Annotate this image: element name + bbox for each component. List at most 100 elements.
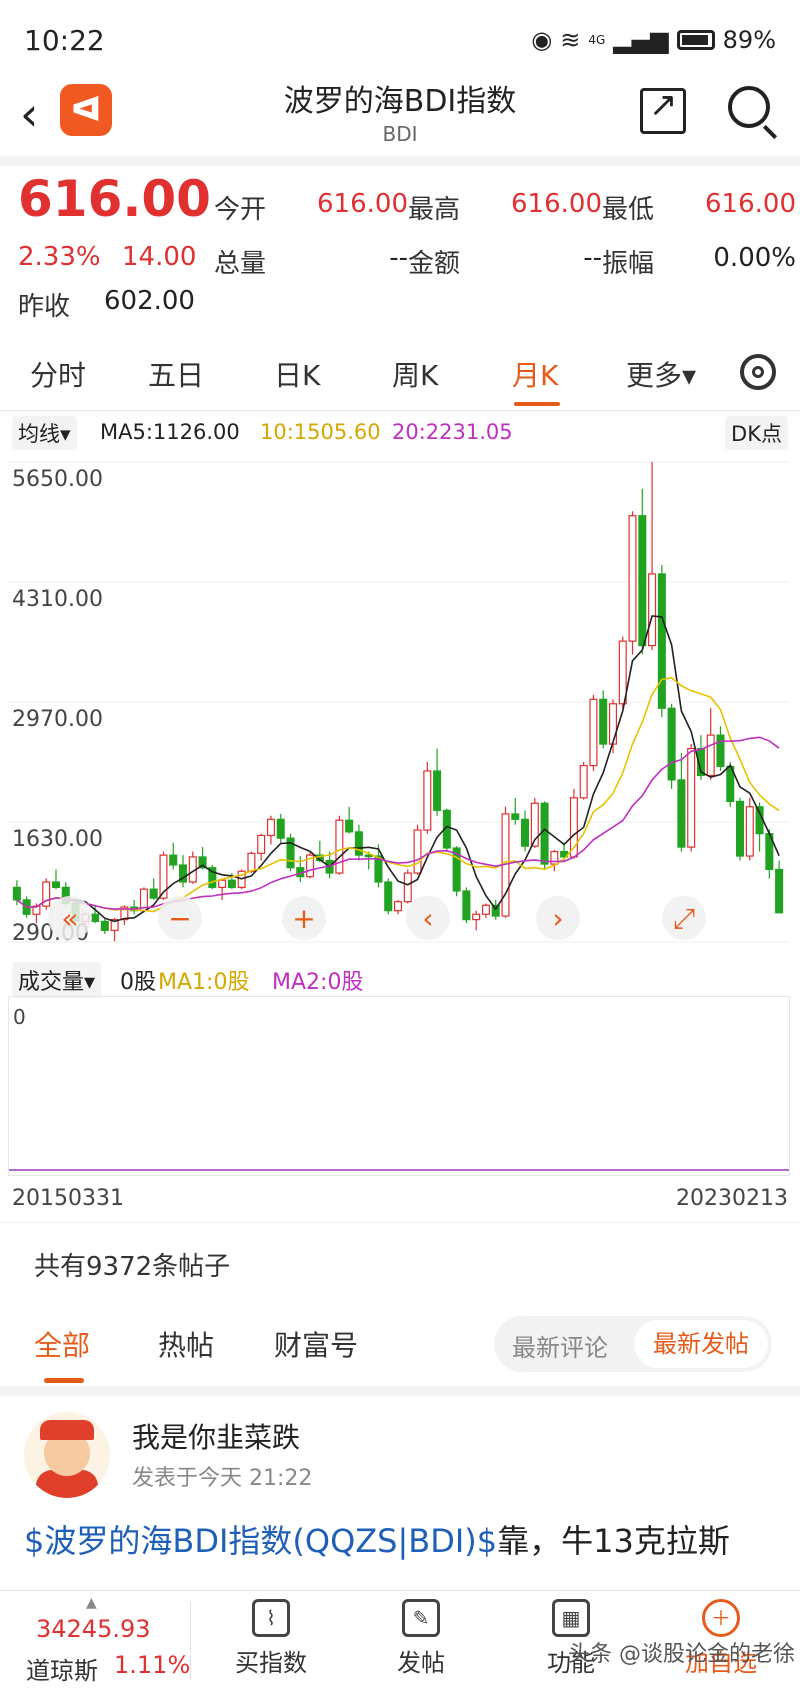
share-icon[interactable] xyxy=(640,85,686,134)
search-icon[interactable] xyxy=(728,86,770,128)
tab-intraday[interactable]: 分时 xyxy=(30,354,86,394)
candle xyxy=(618,640,627,705)
candle xyxy=(335,819,344,874)
post-button[interactable]: ✎ 发帖 xyxy=(346,1591,496,1688)
active-tab-indicator xyxy=(514,402,560,406)
post-tabs: 全部 热帖 财富号 最新评论 最新发帖 xyxy=(0,1310,800,1383)
svg-text:‹: ‹ xyxy=(422,902,433,935)
candle xyxy=(657,573,666,709)
candle xyxy=(413,829,422,874)
candle xyxy=(384,881,393,912)
divider xyxy=(190,1601,191,1679)
zoom-in-icon[interactable]: + xyxy=(282,896,326,940)
quote-value-volume: -- xyxy=(389,242,408,273)
tab-daily-k[interactable]: 日K xyxy=(274,354,320,394)
quote-panel: 616.00 2.33% 14.00 昨收 602.00 今开 616.00 最高… xyxy=(0,170,800,330)
ma-line-ma20 xyxy=(16,736,780,910)
kline-chart[interactable]: 5650.00 4310.00 2970.00 1630.00 290.00 «− + ‹ › ⤢ xyxy=(8,452,790,958)
volume-selector[interactable]: 成交量▾ xyxy=(12,962,102,998)
battery-level: 89% xyxy=(722,26,776,54)
candle xyxy=(149,888,158,899)
quote-grid: 今开 616.00 最高 616.00 最低 616.00 总量 -- 金额 -- 振幅 0… xyxy=(214,180,796,288)
candle xyxy=(638,515,647,647)
volume-legend: 成交量▾ 0股 MA1:0股 MA2:0股 xyxy=(0,958,800,998)
ma10-value: 10:1505.60 xyxy=(260,420,381,444)
quote-label-amount: 金额 xyxy=(408,248,461,279)
sort-latest-comment[interactable]: 最新评论 xyxy=(512,1328,608,1363)
change-amount: 14.00 xyxy=(122,242,197,272)
plus-icon: ＋ xyxy=(702,1599,740,1637)
candle xyxy=(51,881,60,888)
index-ticker[interactable]: ▲ 34245.93 道琼斯 1.11% xyxy=(0,1591,190,1688)
chevron-right-icon[interactable]: › xyxy=(536,896,580,940)
post-body[interactable]: $波罗的海BDI指数(QQZS|BDI)$靠，牛13克拉斯 xyxy=(24,1518,784,1592)
divider xyxy=(0,1386,800,1396)
y-tick-label: 2970.00 xyxy=(12,707,103,732)
tab-five-day[interactable]: 五日 xyxy=(148,354,204,394)
post-item[interactable]: 我是你韭菜跌 发表于今天 21:22 $波罗的海BDI指数(QQZS|BDI)$… xyxy=(0,1396,800,1596)
index-value: 34245.93 xyxy=(36,1615,151,1643)
ma-legend: 均线▾ MA5:1126.00 10:1505.60 20:2231.05 DK… xyxy=(0,414,800,450)
index-change: 1.11% xyxy=(114,1651,191,1679)
candle xyxy=(745,806,754,857)
post-author[interactable]: 我是你韭菜跌 xyxy=(132,1416,300,1456)
y-tick-label: 4310.00 xyxy=(12,587,103,612)
edit-icon: ✎ xyxy=(402,1599,440,1637)
stock-link[interactable]: $波罗的海BDI指数(QQZS|BDI)$ xyxy=(24,1522,497,1560)
svg-text:⤢: ⤢ xyxy=(673,902,695,935)
candle xyxy=(667,707,676,781)
zoom-out-icon[interactable]: − xyxy=(158,896,202,940)
tab-hot-posts[interactable]: 热帖 xyxy=(158,1324,214,1364)
candle xyxy=(433,770,442,811)
status-bar: 10:22 ◉ ≋ 4G ▂▄▆ 89% xyxy=(0,0,800,80)
post-sort-toggle: 最新评论 最新发帖 xyxy=(494,1316,772,1372)
wifi-icon: ≋ xyxy=(560,26,581,54)
last-price: 616.00 xyxy=(18,170,211,228)
post-text: 靠，牛13克拉斯 xyxy=(497,1522,730,1560)
ma-selector[interactable]: 均线▾ xyxy=(12,416,77,450)
volume-value: 0股 xyxy=(120,970,156,995)
candle xyxy=(628,515,637,642)
status-icons: ◉ ≋ 4G ▂▄▆ 89% xyxy=(531,26,776,54)
candle xyxy=(511,813,520,820)
divider xyxy=(0,410,800,411)
candle xyxy=(91,913,100,923)
tab-all-posts[interactable]: 全部 xyxy=(34,1324,90,1364)
index-name: 道琼斯 xyxy=(26,1657,98,1685)
y-tick-label: 1630.00 xyxy=(12,827,103,852)
quote-label-volume: 总量 xyxy=(214,248,267,279)
quote-value-open: 616.00 xyxy=(317,188,408,219)
quote-label-open: 今开 xyxy=(214,194,267,225)
tab-wealth-account[interactable]: 财富号 xyxy=(274,1324,358,1364)
candle xyxy=(716,734,725,768)
candle xyxy=(648,573,657,647)
tab-weekly-k[interactable]: 周K xyxy=(392,354,438,394)
chart-icon: ⌇ xyxy=(252,1599,290,1637)
tab-more[interactable]: 更多▾ xyxy=(626,354,696,394)
candle xyxy=(481,904,490,915)
dk-point-button[interactable]: DK点 xyxy=(725,416,788,450)
candle xyxy=(579,764,588,799)
ma5-value: MA5:1126.00 xyxy=(100,420,240,444)
candle xyxy=(393,901,403,912)
candle xyxy=(706,734,715,777)
ma-line-ma10 xyxy=(16,676,780,913)
volume-ma1: MA1:0股 xyxy=(158,970,250,995)
volume-chart: 0 xyxy=(8,996,790,1176)
candle xyxy=(677,779,686,848)
tab-monthly-k[interactable]: 月K xyxy=(512,354,558,394)
candle xyxy=(599,698,608,745)
gear-icon[interactable] xyxy=(740,354,776,390)
chevron-left-icon[interactable]: ‹ xyxy=(406,896,450,940)
avatar[interactable] xyxy=(24,1412,110,1498)
date-end: 20230213 xyxy=(676,1186,788,1211)
fullscreen-icon[interactable]: ⤢ xyxy=(662,896,706,940)
buy-index-button[interactable]: ⌇ 买指数 xyxy=(196,1591,346,1688)
post-time: 发表于今天 21:22 xyxy=(132,1466,313,1491)
rewind-icon[interactable]: « xyxy=(48,896,92,940)
quote-value-low: 616.00 xyxy=(705,188,796,219)
candle xyxy=(423,770,432,831)
sort-latest-post[interactable]: 最新发帖 xyxy=(634,1320,768,1368)
candle xyxy=(540,802,549,865)
quote-row: 今开 616.00 最高 616.00 最低 616.00 xyxy=(214,180,796,234)
